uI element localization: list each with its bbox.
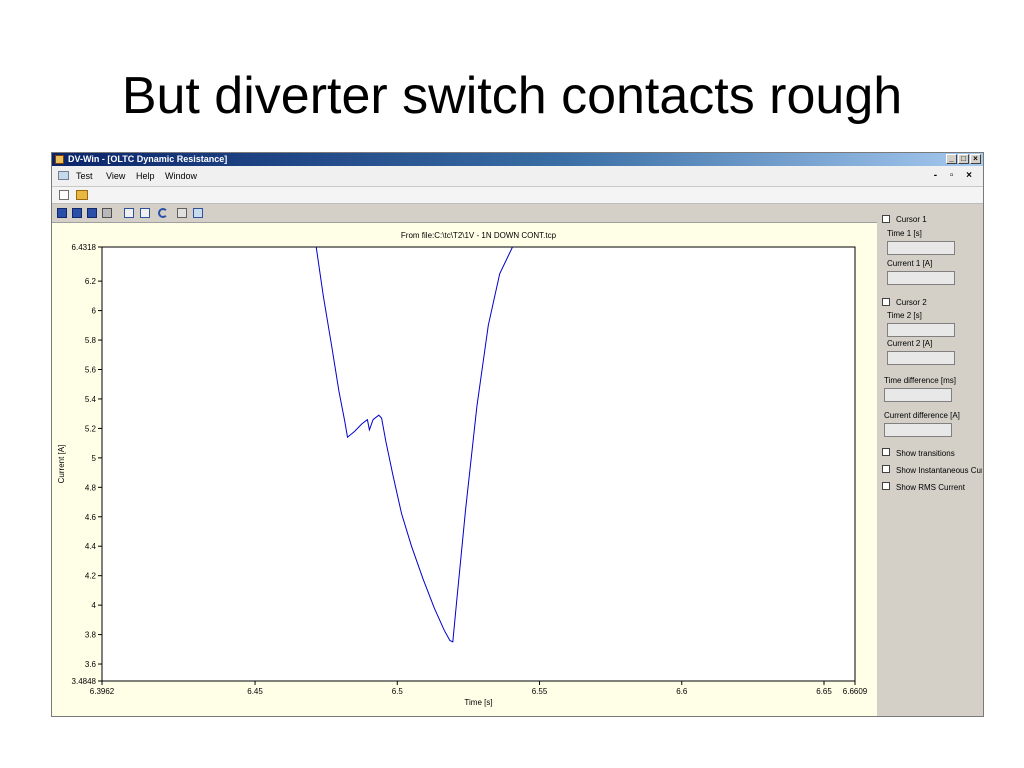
x-tick-label: 6.3962 <box>90 687 115 696</box>
menu-help[interactable]: Help <box>136 171 155 181</box>
cursor1-checkbox[interactable] <box>882 215 890 223</box>
y-axis-label: Current [A] <box>57 445 66 484</box>
x-axis-label: Time [s] <box>464 698 492 707</box>
new-file-icon[interactable] <box>59 190 69 200</box>
y-tick-label: 3.4848 <box>72 677 97 686</box>
zoom-in-icon[interactable] <box>124 208 134 218</box>
y-tick-label: 6.4318 <box>72 243 97 252</box>
time-difference-field[interactable] <box>884 388 952 402</box>
open-folder-icon[interactable] <box>76 190 88 200</box>
time2-label: Time 2 [s] <box>887 311 922 320</box>
y-tick-label: 4.8 <box>85 483 97 492</box>
print-icon[interactable] <box>102 208 112 218</box>
plot-panel: From file:C:\tc\T2\1V - 1N DOWN CONT.tcp… <box>52 222 877 716</box>
show-instantaneous-label: Show Instantaneous Cur <box>896 466 982 475</box>
x-tick-label: 6.6 <box>676 687 688 696</box>
main-toolbar <box>52 187 983 204</box>
y-tick-label: 5.6 <box>85 365 97 374</box>
x-tick-label: 6.6609 <box>843 687 868 696</box>
time1-label: Time 1 [s] <box>887 229 922 238</box>
copy-image-icon[interactable] <box>193 208 203 218</box>
y-tick-label: 6 <box>92 307 97 316</box>
y-tick-label: 4.4 <box>85 542 97 551</box>
current1-label: Current 1 [A] <box>887 259 933 268</box>
y-tick-label: 4.2 <box>85 572 97 581</box>
mdi-controls[interactable]: - ▫ × <box>934 170 977 181</box>
y-tick-label: 3.8 <box>85 631 97 640</box>
save-icon[interactable] <box>57 208 67 218</box>
current1-field[interactable] <box>887 271 955 285</box>
chart-svg: From file:C:\tc\T2\1V - 1N DOWN CONT.tcp… <box>57 231 868 707</box>
zoom-out-icon[interactable] <box>140 208 150 218</box>
x-tick-label: 6.55 <box>532 687 548 696</box>
show-transitions-label: Show transitions <box>896 449 955 458</box>
y-tick-label: 5 <box>92 454 97 463</box>
time-difference-label: Time difference [ms] <box>884 376 957 385</box>
cursor1-label: Cursor 1 <box>896 215 927 224</box>
x-tick-label: 6.45 <box>247 687 263 696</box>
menu-bar: Test View Help Window - ▫ × <box>52 166 983 187</box>
app-icon <box>55 155 64 164</box>
current-difference-field[interactable] <box>884 423 952 437</box>
show-instantaneous-checkbox[interactable] <box>882 465 890 473</box>
y-tick-label: 4.6 <box>85 513 97 522</box>
plot-area <box>101 246 856 682</box>
show-rms-label: Show RMS Current <box>896 483 965 492</box>
y-tick-label: 5.8 <box>85 336 97 345</box>
slide-title: But diverter switch contacts rough <box>121 67 903 125</box>
window-title: DV-Win - [OLTC Dynamic Resistance] <box>68 154 228 164</box>
y-tick-label: 4 <box>92 601 97 610</box>
menu-test[interactable]: Test <box>76 171 93 181</box>
window-titlebar: DV-Win - [OLTC Dynamic Resistance] _ □ × <box>52 153 983 166</box>
time2-field[interactable] <box>887 323 955 337</box>
time1-field[interactable] <box>887 241 955 255</box>
undo-zoom-icon[interactable] <box>158 208 168 218</box>
menu-window[interactable]: Window <box>165 171 197 181</box>
export-icon[interactable] <box>177 208 187 218</box>
y-tick-label: 5.2 <box>85 424 97 433</box>
y-tick-label: 6.2 <box>85 277 97 286</box>
y-tick-label: 3.6 <box>85 660 97 669</box>
close-button[interactable]: × <box>970 154 981 164</box>
save-all-icon[interactable] <box>87 208 97 218</box>
y-tick-label: 5.4 <box>85 395 97 404</box>
app-window: DV-Win - [OLTC Dynamic Resistance] _ □ ×… <box>51 152 984 717</box>
cursor2-checkbox[interactable] <box>882 298 890 306</box>
maximize-button[interactable]: □ <box>958 154 969 164</box>
menu-view[interactable]: View <box>106 171 125 181</box>
show-transitions-checkbox[interactable] <box>882 448 890 456</box>
x-tick-label: 6.65 <box>816 687 832 696</box>
show-rms-checkbox[interactable] <box>882 482 890 490</box>
cursor-panel: Cursor 1 Time 1 [s] Current 1 [A] Cursor… <box>877 204 983 716</box>
current2-label: Current 2 [A] <box>887 339 933 348</box>
chart-title: From file:C:\tc\T2\1V - 1N DOWN CONT.tcp <box>401 231 557 240</box>
minimize-button[interactable]: _ <box>946 154 957 164</box>
current2-field[interactable] <box>887 351 955 365</box>
current-difference-label: Current difference [A] <box>884 411 960 420</box>
x-tick-label: 6.5 <box>392 687 404 696</box>
cursor2-label: Cursor 2 <box>896 298 927 307</box>
save-as-icon[interactable] <box>72 208 82 218</box>
plot-toolbar <box>52 204 877 222</box>
mdi-child-icon[interactable] <box>58 171 69 180</box>
